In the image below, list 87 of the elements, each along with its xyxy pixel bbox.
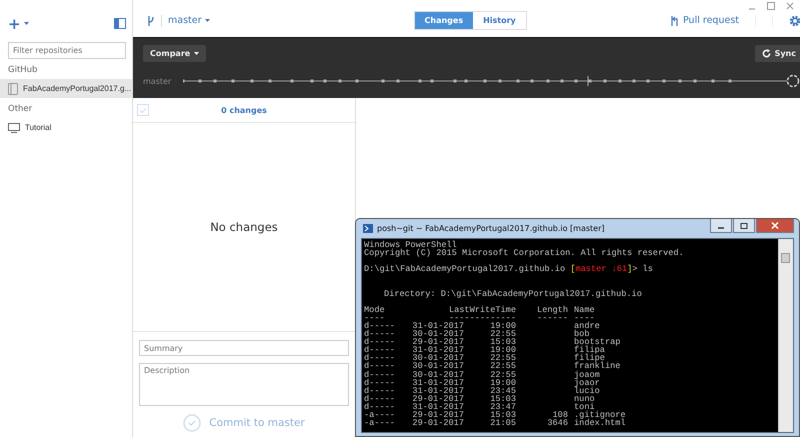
column-header: Length [536,306,569,314]
mode-cell-text: d----- [364,322,396,330]
length-cell: 3646 [547,418,568,428]
add-button[interactable]: + [8,14,29,32]
group-label: Other [7,103,34,116]
mode-cell-text: d----- [364,330,396,338]
date-cell-text: 29-01-2017 [411,410,465,420]
name-cell-text: bootstrap [574,338,622,346]
time-cell-text: 15:03 [489,394,517,403]
bracket: [ [570,264,576,274]
date-cell-text: 31-01-2017 [411,378,465,387]
date-cell-text: 31-01-2017 [411,346,465,354]
sync-button[interactable]: Sync [754,45,800,62]
time-cell-text: 19:00 [489,346,517,354]
time-cell-text: 19:00 [489,378,517,387]
group-label: GitHub [7,64,38,77]
header-rule: ---- [574,314,595,322]
description-field[interactable]: Description [139,363,349,406]
name-cell-text: filipa [574,346,605,354]
name-cell-text: andre [574,322,601,330]
time-cell-text: 22:55 [489,354,517,362]
mode-cell-text: d----- [364,338,396,346]
mode-cell-text: -a---- [364,410,396,420]
mode-cell-text: d----- [364,370,396,379]
date-cell-text: 31-01-2017 [411,322,465,330]
column-header: Mode [364,306,386,314]
mode-cell-text: d----- [364,378,396,387]
date-cell-text: 30-01-2017 [411,330,465,338]
date-cell-text: 31-01-2017 [411,386,465,395]
time-cell-text: 15:03 [489,410,517,420]
command: > ls [632,264,653,274]
name-cell-text: nuno [574,394,596,403]
console-line: Copyright (C) 2015 Microsoft Corporation. All rights reserved. [364,249,685,258]
directory-line: Directory: D:\git\FabAcademyPortugal2017.github.io [383,290,643,298]
header-rule: ---- [364,314,385,322]
mode-cell-text: d----- [364,394,396,403]
length-cell: 108 [552,410,568,420]
mode-cell-text: d----- [364,354,396,362]
tab[interactable]: Changes [414,12,474,29]
prompt-path: D:\git\FabAcademyPortugal2017.github.io [364,264,566,274]
date-cell-text: 29-01-2017 [411,394,465,403]
date-cell-text: 30-01-2017 [411,354,465,362]
console-line: Windows PowerShell [364,241,458,250]
git-status: master ↓61 [575,264,628,274]
name-cell-text: lucio [574,386,601,395]
time-cell-text: 23:47 [489,402,517,411]
column-header: Name [574,306,596,314]
header-rule: ------------- [448,314,517,322]
name-cell-text: filipe [574,354,605,362]
summary-field[interactable]: Summary [139,340,349,356]
date-cell-text: 29-01-2017 [411,419,465,428]
name-cell-text: joaom [574,370,601,379]
pull-request-button[interactable]: Pull request [670,14,739,26]
mode-cell-text: -a---- [364,419,396,428]
column-header: LastWriteTime [448,306,517,314]
mode-cell-text: d----- [364,402,396,411]
name-cell-text: .gitignore [574,410,627,420]
empty-message: No changes [210,220,278,234]
branch-selector[interactable]: master [168,15,210,26]
filter-field[interactable]: Filter repositories [8,42,126,59]
name-cell-text: frankline [574,362,622,370]
time-cell-text: 15:03 [489,338,517,346]
bracket: ] [627,264,632,274]
window-title: posh~git ~ FabAcademyPortugal2017.github.io [master] [377,224,604,233]
compare-button[interactable]: Compare [143,45,206,62]
date-cell-text: 30-01-2017 [411,370,465,379]
name-cell-text: bob [574,330,590,338]
time-cell-text: 22:55 [489,370,517,379]
name-cell-text: toni [574,402,595,411]
repository-item[interactable]: Tutorial [0,118,132,137]
time-cell-text: 21:05 [489,419,517,428]
time-cell-text: 23:45 [489,386,517,395]
mode-cell-text: d----- [364,362,396,370]
time-cell-text: 22:55 [489,362,517,370]
mode-cell-text: d----- [364,386,396,395]
time-cell-text: 19:00 [489,322,517,330]
branch-label: master [143,76,172,86]
repository-item[interactable]: FabAcademyPortugal2017.g... [0,79,132,98]
mode-cell-text: d----- [364,346,396,354]
name-cell-text: joaor [574,378,601,387]
changes-count: 0 changes [220,106,268,114]
name-cell-text: index.html [574,419,627,428]
header-rule: ------ [536,314,569,322]
date-cell-text: 30-01-2017 [411,362,465,370]
time-cell-text: 22:55 [489,330,517,338]
date-cell-text: 29-01-2017 [411,338,465,346]
date-cell-text: 31-01-2017 [411,402,465,411]
